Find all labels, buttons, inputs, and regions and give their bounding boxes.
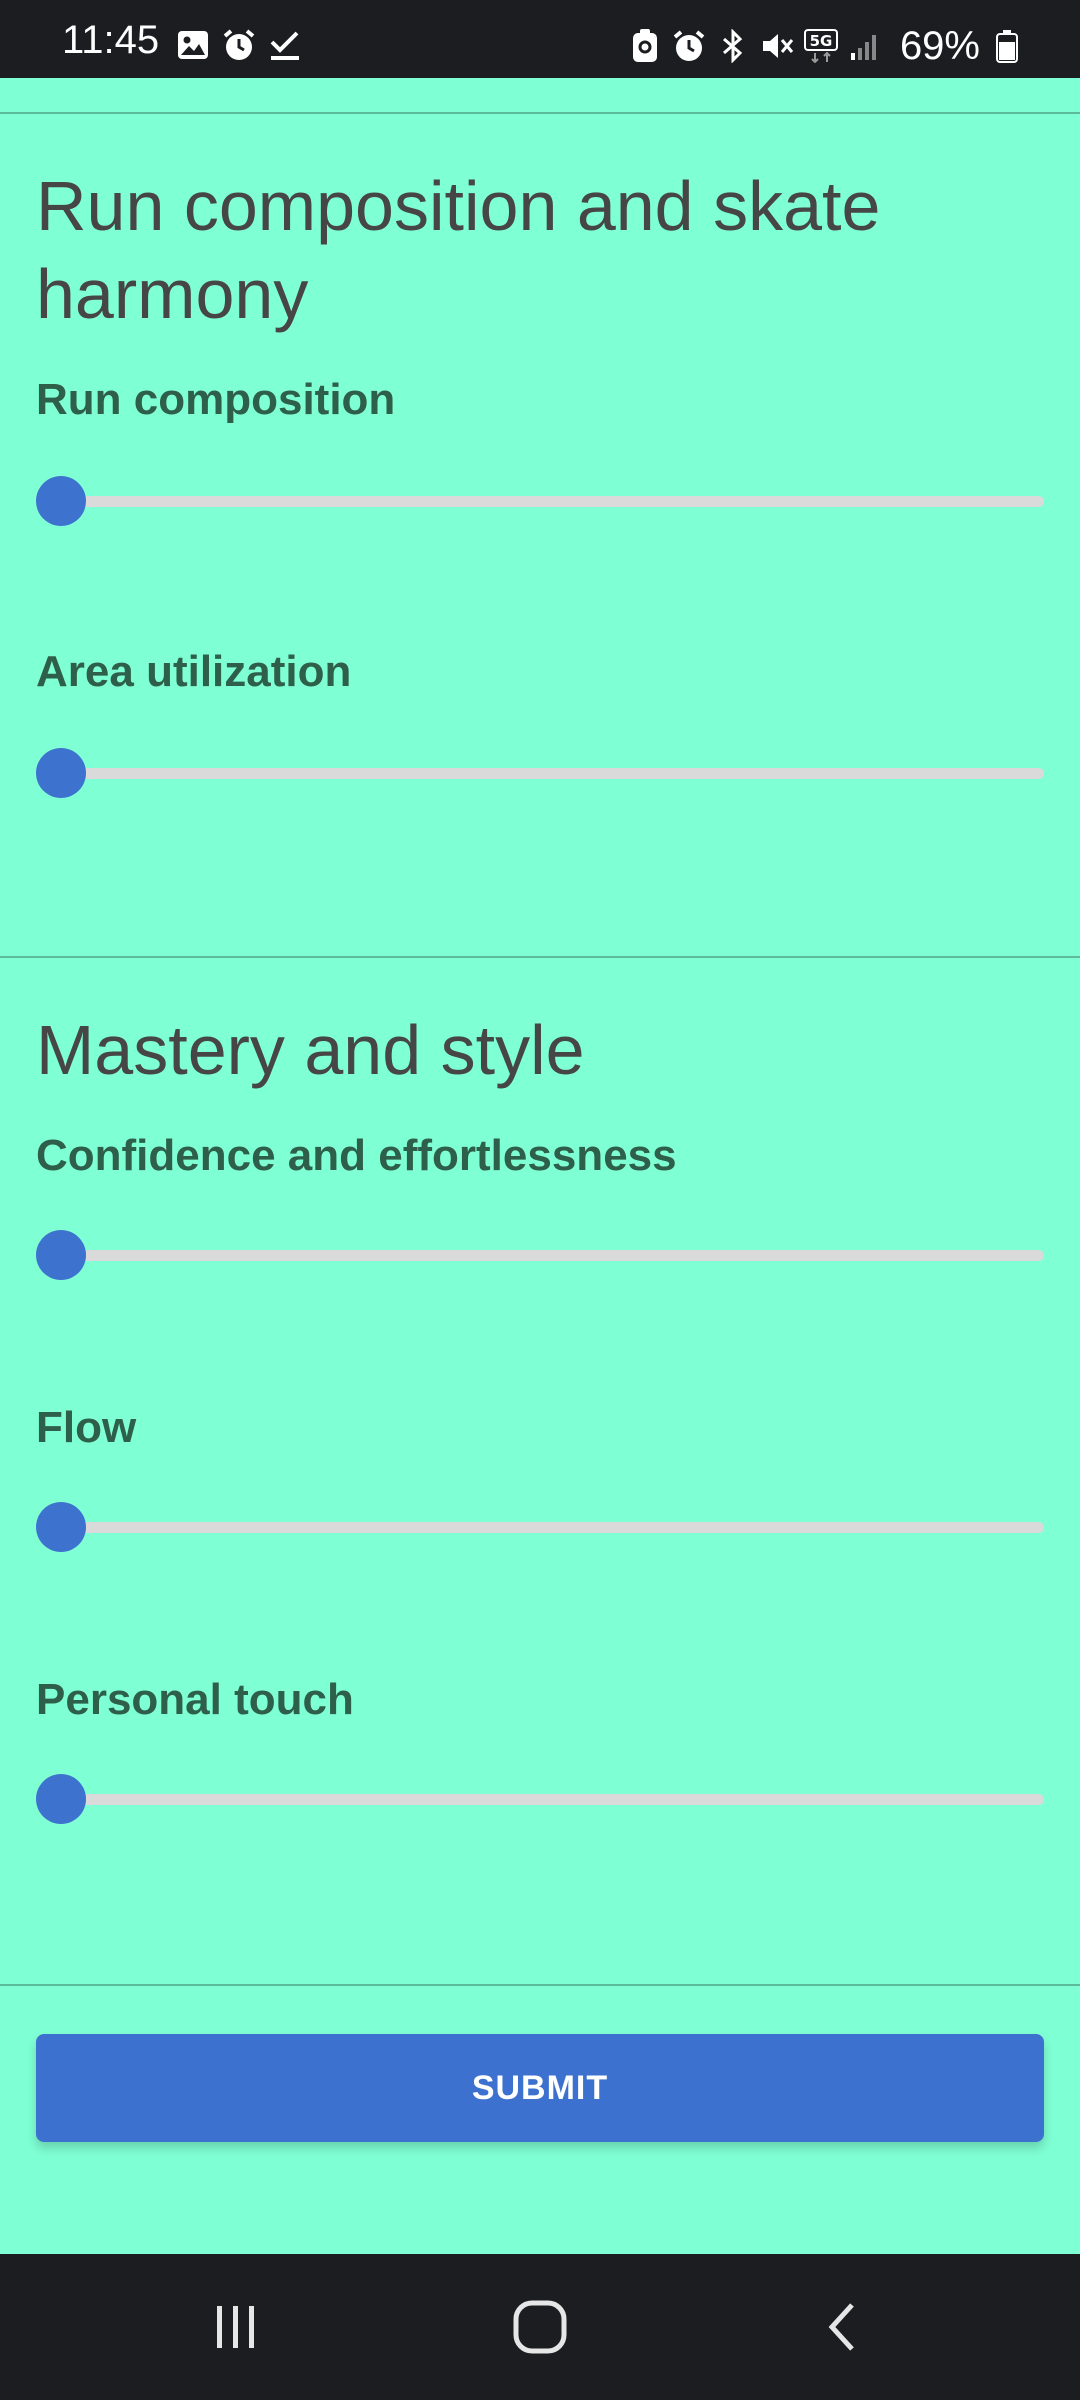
question-label-personal-touch: Personal touch <box>36 1675 354 1724</box>
5g-icon: 5G <box>803 29 838 63</box>
top-divider <box>0 112 1080 114</box>
svg-text:5G: 5G <box>810 32 833 50</box>
alarm-icon <box>222 28 256 62</box>
signal-icon <box>848 29 882 63</box>
recent-apps-icon[interactable] <box>176 2282 296 2372</box>
bluetooth-icon <box>716 29 750 63</box>
slider-track[interactable] <box>60 496 1044 507</box>
section-title-mastery-and-style: Mastery and style <box>36 1011 585 1089</box>
status-left-icons <box>176 28 302 62</box>
status-right-icons: 5G 69% <box>628 24 1024 68</box>
slider-confidence[interactable] <box>36 1230 1044 1280</box>
slider-thumb[interactable] <box>36 1502 86 1552</box>
slider-track[interactable] <box>60 1522 1044 1533</box>
question-label-area-utilization: Area utilization <box>36 647 352 696</box>
question-label-flow: Flow <box>36 1403 137 1452</box>
gallery-icon <box>176 28 210 62</box>
lock-screen-icon <box>628 29 662 63</box>
question-label-confidence: Confidence and effortlessness <box>36 1131 677 1180</box>
battery-icon <box>990 29 1024 63</box>
slider-flow[interactable] <box>36 1502 1044 1552</box>
slider-thumb[interactable] <box>36 1230 86 1280</box>
battery-percent: 69% <box>899 24 980 68</box>
slider-thumb[interactable] <box>36 748 86 798</box>
back-icon[interactable] <box>782 2282 902 2372</box>
home-icon[interactable] <box>480 2282 600 2372</box>
section-title-run-composition: Run composition and skate harmony <box>36 167 881 333</box>
slider-area-utilization[interactable] <box>36 748 1044 798</box>
status-bar: 11:45 5G 69% <box>0 0 1080 78</box>
slider-thumb[interactable] <box>36 476 86 526</box>
question-label-run-composition: Run composition <box>36 375 396 424</box>
mute-icon <box>760 29 794 63</box>
submit-button[interactable]: SUBMIT <box>36 2034 1044 2142</box>
slider-track[interactable] <box>60 1794 1044 1805</box>
slider-thumb[interactable] <box>36 1774 86 1824</box>
slider-track[interactable] <box>60 1250 1044 1261</box>
status-time: 11:45 <box>62 18 160 62</box>
bottom-divider <box>0 1984 1080 1986</box>
slider-run-composition[interactable] <box>36 476 1044 526</box>
section-divider <box>0 956 1080 958</box>
check-icon <box>268 28 302 62</box>
slider-personal-touch[interactable] <box>36 1774 1044 1824</box>
alarm-icon <box>672 29 706 63</box>
navigation-bar <box>0 2254 1080 2400</box>
slider-track[interactable] <box>60 768 1044 779</box>
